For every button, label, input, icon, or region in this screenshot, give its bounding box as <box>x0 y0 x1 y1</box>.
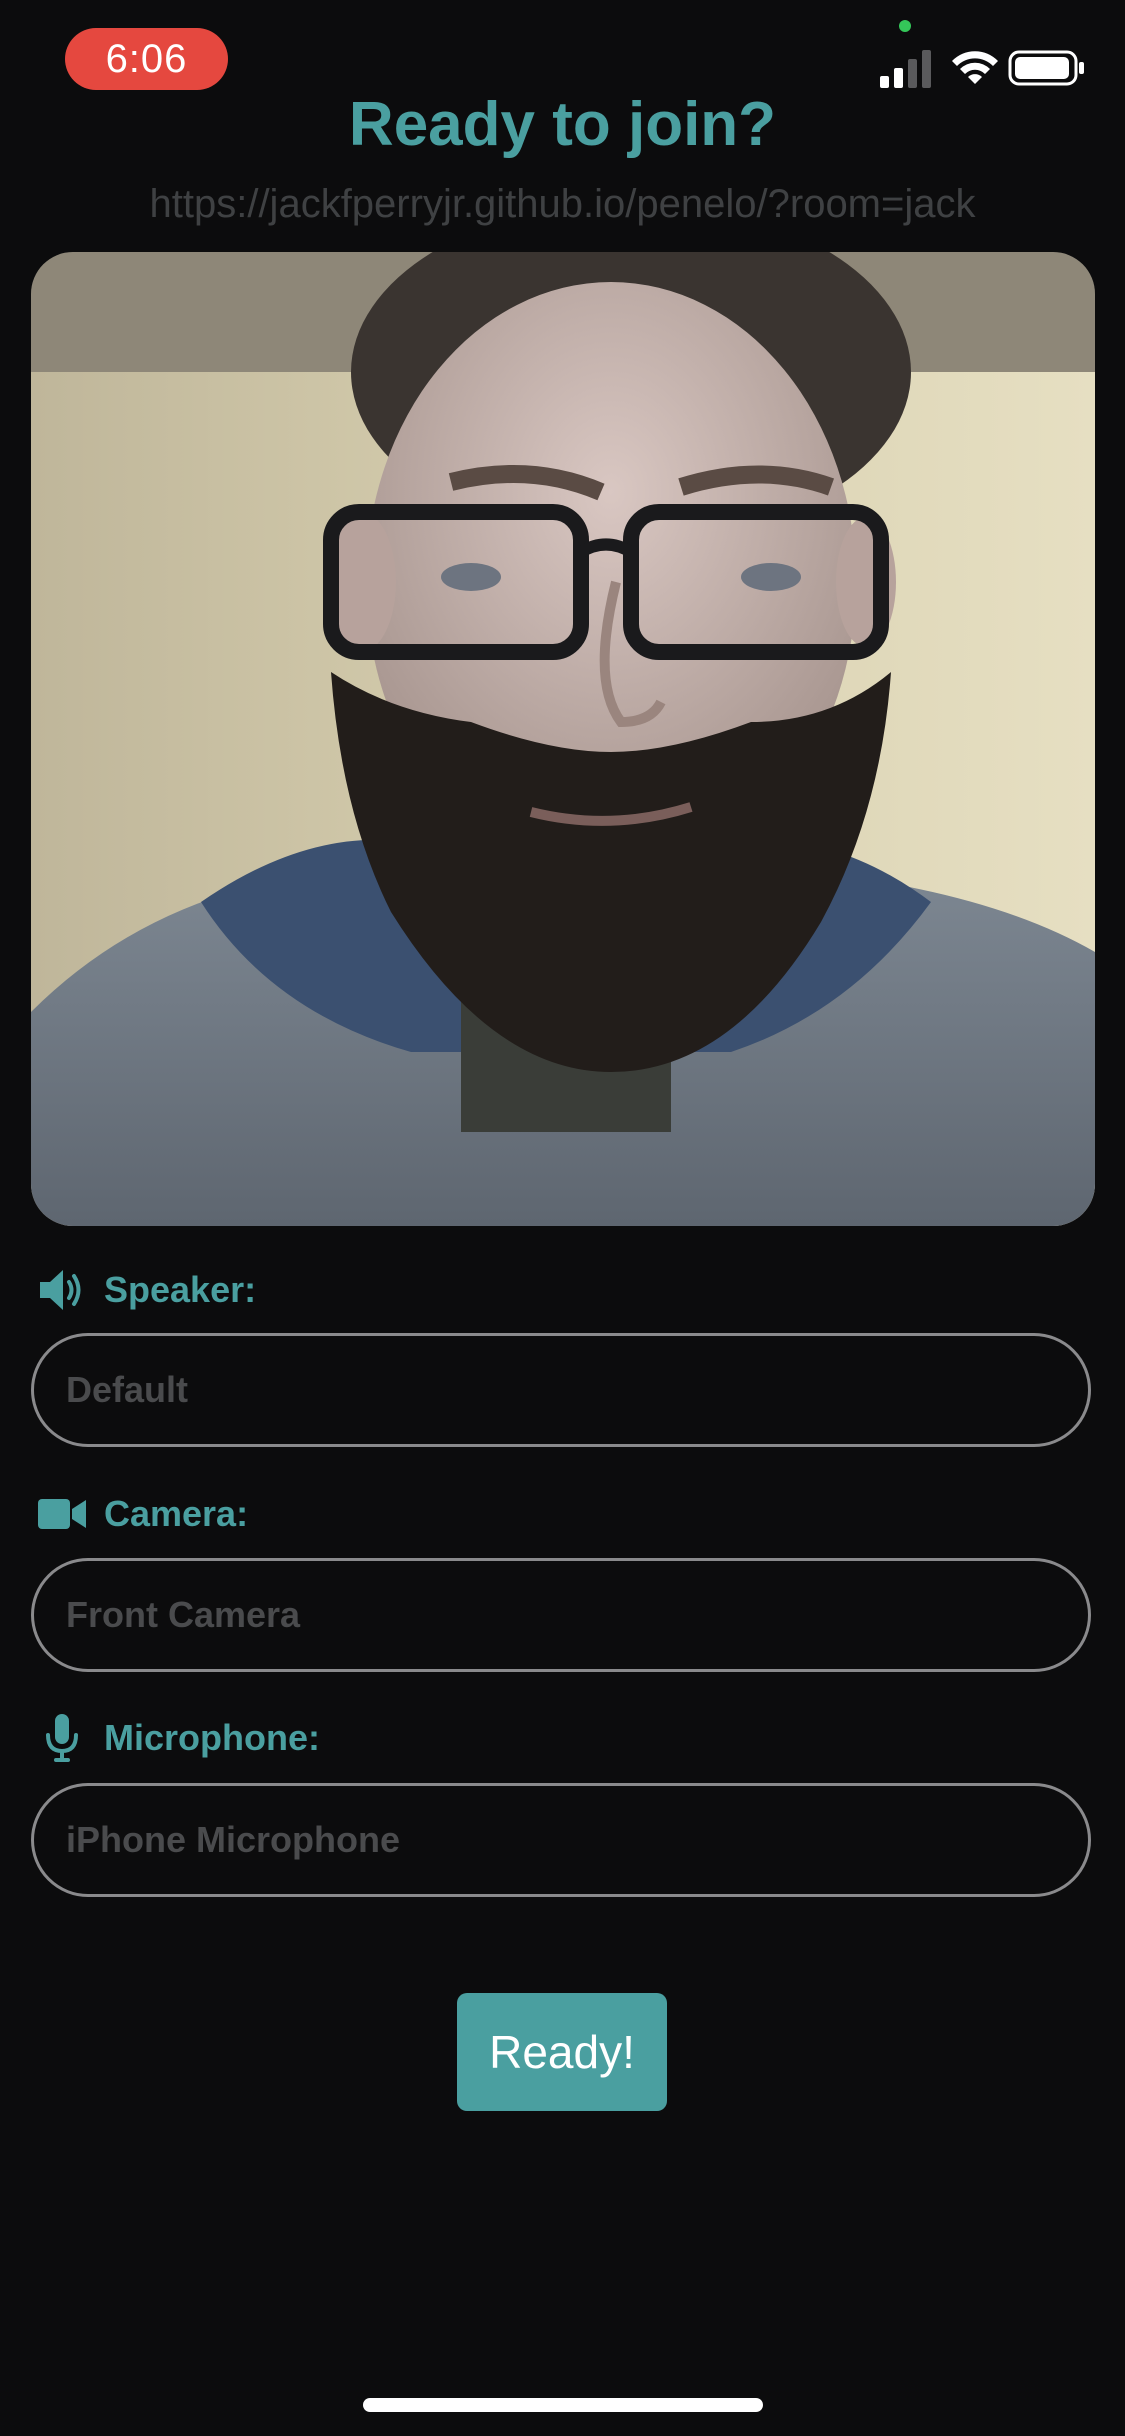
page-title: Ready to join? <box>348 90 777 159</box>
ready-button[interactable]: Ready! <box>457 1993 667 2111</box>
speaker-select-value: Default <box>66 1369 189 1410</box>
microphone-icon <box>36 1712 88 1764</box>
microphone-label: Microphone: <box>36 1708 320 1768</box>
microphone-select[interactable]: iPhone Microphone <box>31 1783 1091 1897</box>
camera-in-use-indicator <box>899 20 911 32</box>
speaker-label-text: Speaker: <box>104 1269 257 1310</box>
home-indicator[interactable] <box>363 2398 763 2412</box>
camera-label: Camera: <box>36 1484 248 1544</box>
video-camera-icon <box>36 1488 88 1540</box>
camera-preview <box>31 252 1095 1226</box>
camera-label-text: Camera: <box>104 1493 249 1534</box>
camera-select[interactable]: Front Camera <box>31 1558 1091 1672</box>
camera-preview-image <box>31 252 1095 1226</box>
speaker-select[interactable]: Default <box>31 1333 1091 1447</box>
microphone-select-value: iPhone Microphone <box>66 1819 401 1860</box>
join-screen: 6:06 Ready to join? https://jackfperryjr… <box>0 0 1125 2436</box>
microphone-label-text: Microphone: <box>104 1717 320 1758</box>
room-url: https://jackfperryjr.github.io/penelo/?r… <box>149 182 976 226</box>
speaker-label: Speaker: <box>36 1260 256 1320</box>
camera-select-value: Front Camera <box>66 1594 301 1635</box>
speaker-icon <box>36 1264 88 1316</box>
